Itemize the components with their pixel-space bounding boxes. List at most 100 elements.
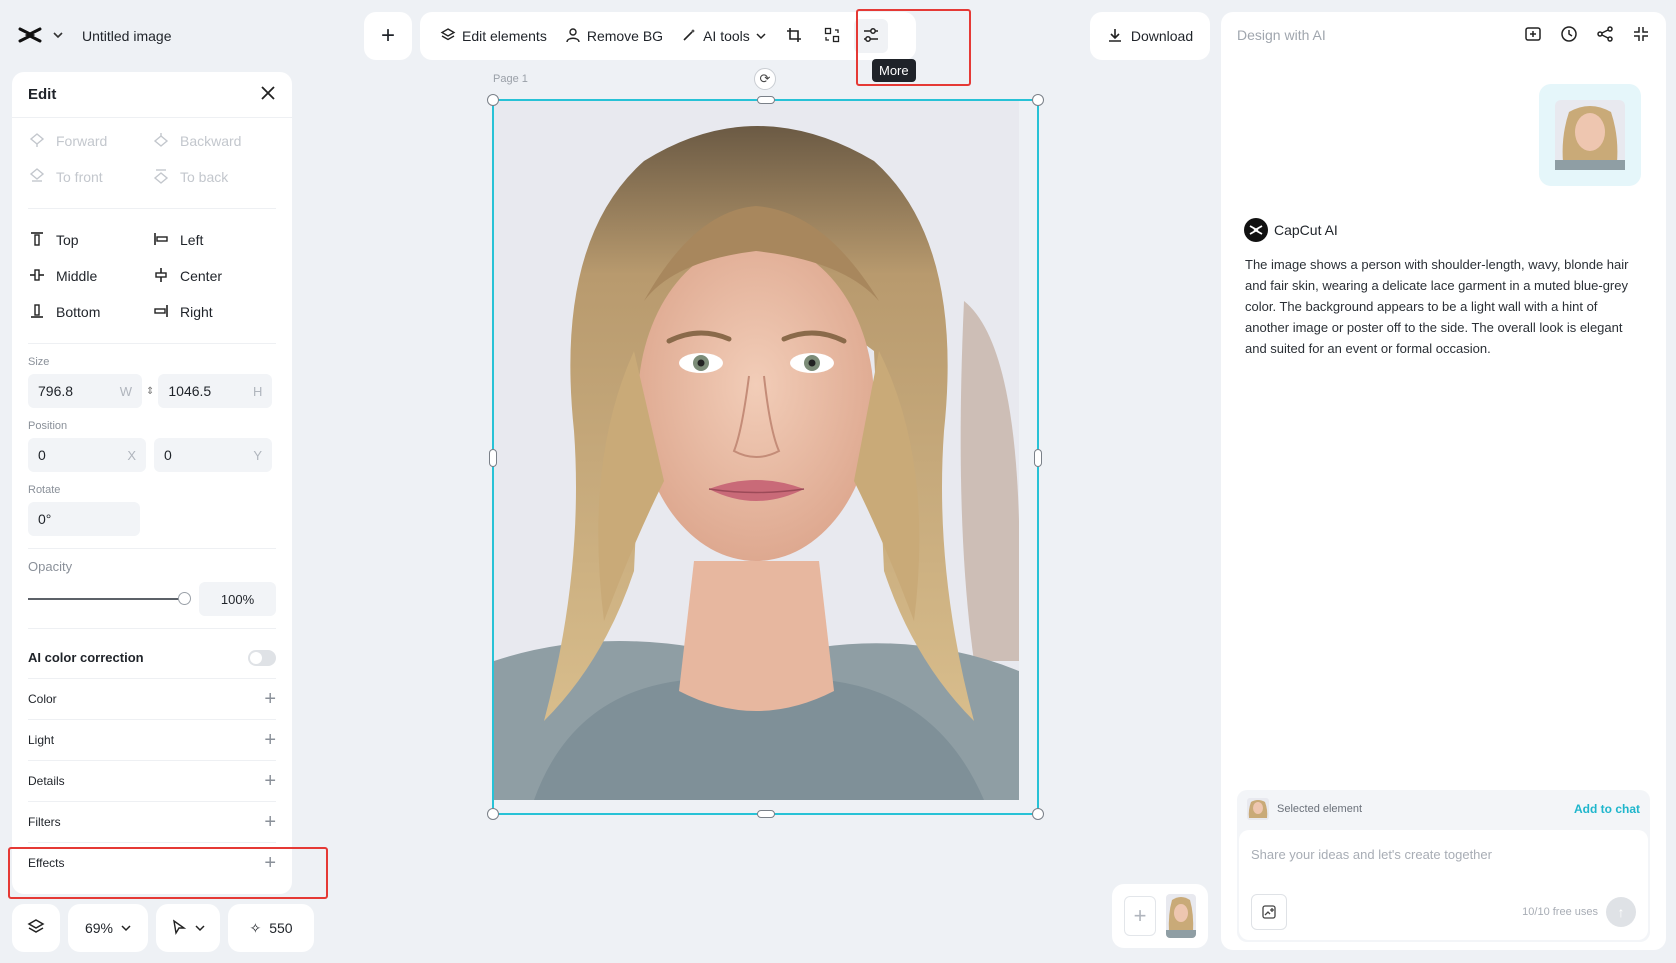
ai-panel: Design with AI CapCut AI The image shows… (1221, 12, 1666, 950)
align-middle-icon (28, 266, 46, 287)
align-center-button[interactable]: Center (152, 265, 276, 287)
ai-color-correction-row: AI color correction (28, 637, 276, 678)
align-left-button[interactable]: Left (152, 229, 276, 251)
divider (28, 628, 276, 629)
chat-input[interactable]: Share your ideas and let's create togeth… (1239, 830, 1648, 940)
edit-elements-button[interactable]: Edit elements (434, 19, 553, 53)
resize-handle[interactable] (1032, 808, 1044, 820)
to-back-icon (152, 167, 170, 188)
chevron-down-icon[interactable] (52, 28, 64, 44)
color-section[interactable]: Color + (28, 678, 276, 719)
resize-handle[interactable] (487, 94, 499, 106)
align-bottom-button[interactable]: Bottom (28, 301, 152, 323)
chevron-down-icon (121, 920, 131, 936)
layers-button[interactable] (12, 904, 60, 952)
align-options: Top Left Middle Center Bottom Right (28, 217, 276, 335)
edit-panel-header: Edit (12, 72, 292, 118)
plus-icon[interactable]: + (264, 729, 276, 752)
user-image-thumbnail (1555, 100, 1625, 170)
layers-icon (27, 918, 45, 939)
plus-icon[interactable]: + (264, 770, 276, 793)
ai-color-correction-toggle[interactable] (248, 649, 276, 666)
person-icon (565, 27, 581, 46)
effects-highlight-box (8, 847, 328, 899)
resize-handle[interactable] (757, 96, 775, 104)
layers-icon (440, 27, 456, 46)
align-left-label: Left (180, 232, 204, 248)
history-icon[interactable] (1560, 25, 1578, 46)
add-button[interactable]: + (364, 12, 412, 60)
forward-button[interactable]: Forward (28, 130, 152, 152)
x-suffix: X (127, 447, 136, 463)
lock-ratio-icon[interactable]: ⇕ (146, 374, 154, 408)
to-back-button[interactable]: To back (152, 166, 276, 188)
to-front-icon (28, 167, 46, 188)
light-section-label: Light (28, 733, 55, 747)
align-top-icon (28, 230, 46, 251)
page-label: Page 1 (493, 73, 528, 85)
align-right-button[interactable]: Right (152, 301, 276, 323)
align-right-icon (152, 302, 170, 323)
forward-label: Forward (56, 133, 108, 149)
align-right-label: Right (180, 304, 213, 320)
opacity-slider-knob[interactable] (178, 592, 192, 605)
resize-handle[interactable] (1034, 449, 1042, 467)
free-uses-info: 10/10 free uses ↑ (1522, 897, 1636, 927)
ai-message: The image shows a person with shoulder-l… (1245, 257, 1629, 356)
page-thumbnail[interactable] (1166, 894, 1196, 938)
close-icon[interactable] (260, 85, 276, 104)
to-front-label: To front (56, 169, 103, 185)
resize-handle[interactable] (1032, 94, 1044, 106)
add-to-chat-button[interactable]: Add to chat (1574, 802, 1640, 816)
send-button[interactable]: ↑ (1606, 897, 1636, 927)
ai-header-actions (1524, 25, 1650, 46)
plus-icon[interactable]: + (264, 688, 276, 711)
resize-handle[interactable] (757, 810, 775, 818)
resize-handle[interactable] (487, 808, 499, 820)
align-middle-button[interactable]: Middle (28, 265, 152, 287)
app-bar: Untitled image (10, 12, 180, 60)
credits-button[interactable]: ✧ 550 (228, 904, 314, 952)
y-suffix: Y (253, 447, 262, 463)
rotate-field[interactable]: 0° (28, 502, 140, 536)
capcut-logo-icon[interactable] (18, 25, 42, 48)
width-field[interactable]: 796.8 W (28, 374, 142, 408)
rotate-handle-icon[interactable]: ⟳ (754, 68, 776, 90)
share-icon[interactable] (1596, 25, 1614, 46)
ai-tools-dropdown[interactable]: AI tools (675, 19, 772, 53)
document-title[interactable]: Untitled image (82, 28, 172, 44)
remove-bg-button[interactable]: Remove BG (559, 19, 669, 53)
opacity-slider[interactable] (28, 592, 192, 605)
height-field[interactable]: 1046.5 H (158, 374, 273, 408)
light-section[interactable]: Light + (28, 719, 276, 760)
crop-button[interactable] (778, 19, 810, 53)
backward-button[interactable]: Backward (152, 130, 276, 152)
y-value: 0 (164, 447, 172, 463)
opacity-field[interactable]: 100% (199, 582, 276, 616)
rotate-value: 0° (38, 511, 52, 527)
resize-handle[interactable] (489, 449, 497, 467)
pages-strip: + (1112, 884, 1208, 948)
download-button[interactable]: Download (1090, 12, 1210, 60)
new-chat-icon[interactable] (1524, 25, 1542, 46)
flip-button[interactable] (816, 19, 848, 53)
pointer-tool-dropdown[interactable] (156, 904, 220, 952)
plus-icon[interactable]: + (264, 811, 276, 834)
to-front-button[interactable]: To front (28, 166, 152, 188)
collapse-icon[interactable] (1632, 25, 1650, 46)
details-section[interactable]: Details + (28, 760, 276, 801)
add-page-icon[interactable]: + (1124, 896, 1156, 936)
zoom-dropdown[interactable]: 69% (68, 904, 148, 952)
y-field[interactable]: 0 Y (154, 438, 272, 472)
divider (28, 548, 276, 549)
x-value: 0 (38, 447, 46, 463)
selection-frame[interactable] (487, 94, 1044, 820)
x-field[interactable]: 0 X (28, 438, 146, 472)
upload-image-button[interactable] (1251, 894, 1287, 930)
chat-footer: 10/10 free uses ↑ (1251, 894, 1636, 930)
align-top-button[interactable]: Top (28, 229, 152, 251)
filters-section[interactable]: Filters + (28, 801, 276, 842)
more-tooltip: More (872, 59, 916, 82)
user-uploaded-image[interactable] (1539, 84, 1641, 186)
divider (28, 343, 276, 344)
